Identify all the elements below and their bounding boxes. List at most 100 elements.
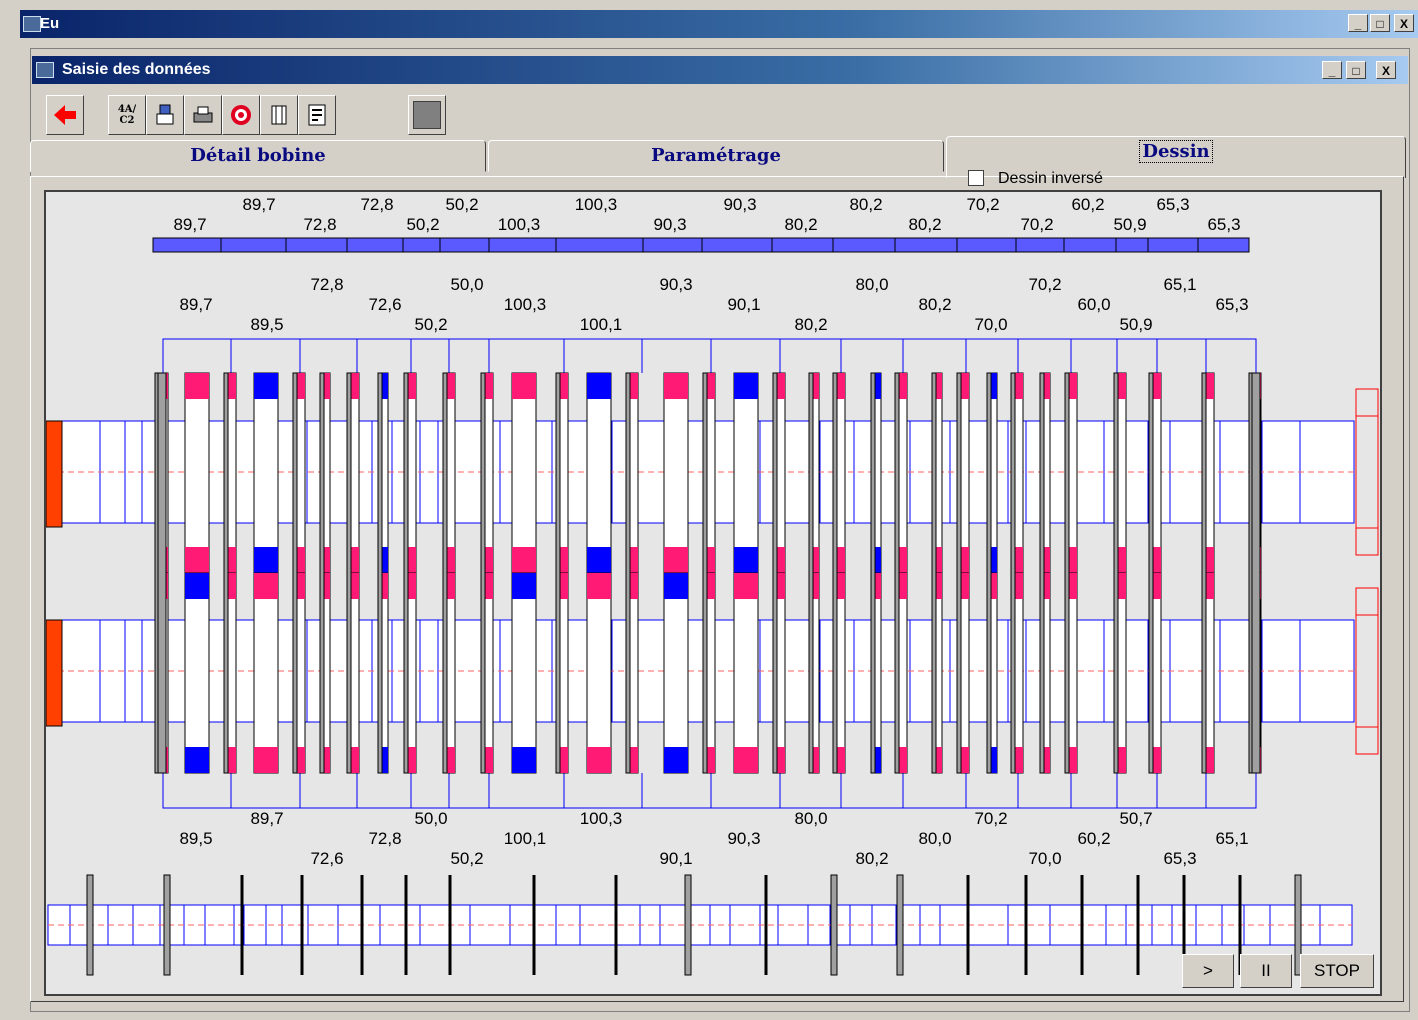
drawing-svg: 89,7 72,8 50,2 100,3 90,3 80,2 70,2 60,2 65,3 89,… xyxy=(46,195,1379,976)
child-maximize-button[interactable]: □ xyxy=(1346,61,1366,79)
knife-lower-cap xyxy=(587,747,611,773)
upper-label: 72,8 xyxy=(310,275,343,294)
back-button[interactable] xyxy=(46,95,84,135)
stop-button[interactable]: STOP xyxy=(1300,954,1374,988)
print-button[interactable] xyxy=(184,95,222,135)
knife-upper xyxy=(184,372,210,574)
play-button[interactable]: > xyxy=(1182,954,1234,988)
upper-label: 70,0 xyxy=(974,315,1007,334)
gray-square-icon xyxy=(413,101,441,129)
knife-edge xyxy=(1039,372,1045,774)
list-button[interactable] xyxy=(298,95,336,135)
paste-button[interactable] xyxy=(146,95,184,135)
knife-edge xyxy=(1113,372,1119,774)
knife-upper xyxy=(253,372,279,574)
knife-lower-cap xyxy=(664,573,688,599)
lower-label: 80,0 xyxy=(794,809,827,828)
knife-upper-cap xyxy=(664,547,688,573)
upper-label: 80,0 xyxy=(855,275,888,294)
knife-edge xyxy=(625,372,631,774)
dessin-inverse-checkbox[interactable] xyxy=(968,170,984,186)
lower-label: 72,6 xyxy=(310,849,343,868)
app-maximize-button[interactable]: □ xyxy=(1370,14,1390,32)
bottom-knife xyxy=(163,874,171,976)
top-bar-label: 70,2 xyxy=(966,195,999,214)
knife-lower xyxy=(184,572,210,774)
knife-lower xyxy=(511,572,537,774)
top-bar-label: 72,8 xyxy=(303,215,336,234)
knife-edge xyxy=(1064,372,1070,774)
knife-lower-cap xyxy=(254,573,278,599)
knife-upper-cap xyxy=(512,547,536,573)
upper-label: 60,0 xyxy=(1077,295,1110,314)
child-titlebar: Saisie des données xyxy=(32,56,1408,84)
tab-parametrage[interactable]: Paramétrage xyxy=(488,140,944,172)
knife-edge xyxy=(1010,372,1016,774)
app-minimize-button[interactable]: _ xyxy=(1348,14,1368,32)
child-minimize-button[interactable]: _ xyxy=(1322,61,1342,79)
knife-lower-cap xyxy=(185,573,209,599)
knife-edge xyxy=(772,372,778,774)
knife-upper xyxy=(511,372,537,574)
knife-lower-cap xyxy=(587,573,611,599)
roll-icon xyxy=(271,105,287,125)
app-close-button[interactable]: X xyxy=(1394,14,1414,32)
knife-upper xyxy=(733,372,759,574)
spacer xyxy=(1251,372,1261,774)
top-bar-label: 100,3 xyxy=(575,195,618,214)
printer-icon xyxy=(193,106,213,123)
shaft-end-right xyxy=(1355,388,1379,556)
knife-lower-cap xyxy=(254,747,278,773)
bottom-knife xyxy=(86,874,94,976)
knife-lower xyxy=(253,572,279,774)
knife-upper xyxy=(586,372,612,574)
upper-label: 100,3 xyxy=(504,295,547,314)
knife-edge xyxy=(870,372,876,774)
knife-upper-cap xyxy=(734,547,758,573)
tab-dessin-label: Dessin xyxy=(1139,140,1213,163)
upper-label: 89,5 xyxy=(250,315,283,334)
dessin-inverse-label: Dessin inversé xyxy=(998,170,1103,187)
child-close-button[interactable]: X xyxy=(1376,61,1396,79)
lower-label: 50,2 xyxy=(450,849,483,868)
top-bar-label: 90,3 xyxy=(653,215,686,234)
child-window-icon xyxy=(36,62,54,78)
upper-label: 89,7 xyxy=(179,295,212,314)
top-bar-label: 100,3 xyxy=(498,215,541,234)
lower-label: 80,2 xyxy=(855,849,888,868)
lower-label: 50,0 xyxy=(414,809,447,828)
knife-edge xyxy=(403,372,409,774)
roll-button[interactable] xyxy=(260,95,298,135)
upper-label: 65,1 xyxy=(1163,275,1196,294)
lower-label: 65,1 xyxy=(1215,829,1248,848)
target-button[interactable] xyxy=(222,95,260,135)
lower-label: 90,3 xyxy=(727,829,760,848)
lower-label: 72,8 xyxy=(368,829,401,848)
list-icon xyxy=(308,104,326,126)
bottom-knife xyxy=(684,874,692,976)
upper-label: 50,9 xyxy=(1119,315,1152,334)
target-icon xyxy=(231,105,251,125)
lower-label: 80,0 xyxy=(918,829,951,848)
lower-label: 90,1 xyxy=(659,849,692,868)
drawing-area: 89,7 72,8 50,2 100,3 90,3 80,2 70,2 60,2 65,3 89,… xyxy=(44,190,1382,996)
top-bar-label: 70,2 xyxy=(1020,215,1053,234)
top-bar-label: 89,7 xyxy=(242,195,275,214)
tab-detail-bobine[interactable]: Détail bobine xyxy=(30,140,486,172)
shaft-end-left xyxy=(46,619,63,727)
lower-label: 89,7 xyxy=(250,809,283,828)
knife-edge xyxy=(442,372,448,774)
app-title: Eu xyxy=(40,15,60,32)
gray-button[interactable] xyxy=(408,95,446,135)
lower-label: 60,2 xyxy=(1077,829,1110,848)
top-bar-label: 50,2 xyxy=(406,215,439,234)
knife-edge xyxy=(346,372,352,774)
lower-label: 70,2 xyxy=(974,809,1007,828)
knife-edge xyxy=(931,372,937,774)
lower-label: 50,7 xyxy=(1119,809,1152,828)
pause-button[interactable]: II xyxy=(1240,954,1292,988)
knife-edge xyxy=(956,372,962,774)
conversion-button[interactable]: 4A/C2 xyxy=(108,95,146,135)
spacer xyxy=(157,372,167,774)
lower-label: 70,0 xyxy=(1028,849,1061,868)
